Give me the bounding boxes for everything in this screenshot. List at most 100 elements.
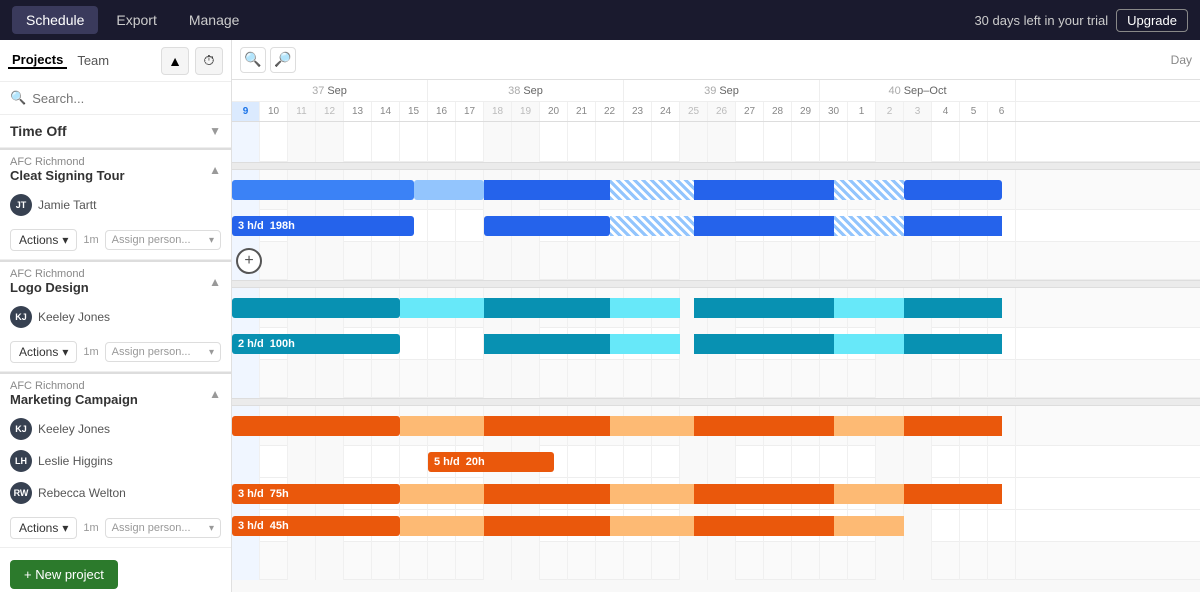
day-cell: 4 [932, 102, 960, 121]
logo-bar-3 [484, 298, 610, 318]
day-col [792, 542, 820, 580]
day-cell: 23 [624, 102, 652, 121]
actions-button-logo[interactable]: Actions ▾ [10, 341, 77, 363]
tab-team[interactable]: Team [73, 53, 113, 68]
gantt-area: 🔍🔎Day 37 Sep 38 Sep 39 Sep 40 Sep–Oct 91… [232, 40, 1200, 592]
day-col [260, 360, 288, 398]
day-col [428, 360, 456, 398]
zoom-out-btn[interactable]: 🔎 [270, 47, 296, 73]
assign-select-cleat[interactable]: Assign person... ▾ [105, 230, 221, 250]
logo-bar-5 [694, 298, 834, 318]
project-name-marketing: Marketing Campaign [10, 392, 138, 407]
person-name-rebecca: Rebecca Welton [38, 486, 126, 500]
day-col [288, 542, 316, 580]
day-cell: 14 [372, 102, 400, 121]
day-col [708, 446, 736, 478]
day-col [876, 242, 904, 280]
zoom-in-btn[interactable]: 🔍 [240, 47, 266, 73]
leslie-bar-6 [834, 484, 904, 504]
day-cell: 6 [988, 102, 1016, 121]
day-col [428, 328, 456, 360]
day-col [400, 122, 428, 162]
day-col [652, 542, 680, 580]
assign-placeholder-cleat: Assign person... [112, 234, 191, 246]
section-gap-gantt-3 [232, 398, 1200, 406]
jamie-gantt-row: 3 h/d 198h [232, 210, 1200, 242]
day-col [372, 360, 400, 398]
person-name-leslie: Leslie Higgins [38, 454, 113, 468]
day-col [484, 542, 512, 580]
project-header-logo: AFC Richmond Logo Design ▲ [0, 262, 231, 301]
avatar-initials-jamie: JT [16, 200, 27, 210]
num-badge-logo: 1m [83, 346, 98, 358]
day-col [288, 360, 316, 398]
day-cell: 28 [764, 102, 792, 121]
day-cell: 30 [820, 102, 848, 121]
project-client-marketing: AFC Richmond [10, 380, 138, 392]
nav-tab-export[interactable]: Export [102, 6, 170, 34]
upgrade-button[interactable]: Upgrade [1116, 9, 1188, 32]
leslie-bar-5 [694, 484, 834, 504]
day-bg [232, 542, 1016, 580]
day-col [764, 446, 792, 478]
tab-projects[interactable]: Projects [8, 52, 67, 69]
day-col [428, 542, 456, 580]
nav-tab-manage[interactable]: Manage [175, 6, 254, 34]
cleat-collapse-btn[interactable]: ▲ [209, 163, 221, 177]
timeoff-collapse-btn[interactable]: ▼ [209, 124, 221, 138]
actions-chevron-logo: ▾ [62, 345, 68, 359]
assign-select-marketing[interactable]: Assign person... ▾ [105, 518, 221, 538]
keeley-logo-bar-6 [904, 334, 1002, 354]
person-info-rebecca: RW Rebecca Welton [10, 482, 126, 504]
collapse-icon-btn[interactable]: ▲ [161, 47, 189, 75]
person-name-keeley-logo: Keeley Jones [38, 310, 110, 324]
trial-text: 30 days left in your trial [974, 13, 1108, 28]
add-person-btn-cleat[interactable]: + [236, 248, 262, 274]
week-cell: 37 Sep [232, 80, 428, 101]
logo-bar-1 [232, 298, 400, 318]
day-col [764, 242, 792, 280]
day-col [624, 122, 652, 162]
day-col [960, 542, 988, 580]
day-col [568, 542, 596, 580]
search-icon: 🔍 [10, 90, 26, 106]
day-col [372, 242, 400, 280]
day-col [792, 360, 820, 398]
actions-row-logo: Actions ▾ 1m Assign person... ▾ [0, 333, 231, 371]
clock-icon-btn[interactable]: ⏱ [195, 47, 223, 75]
day-col [568, 242, 596, 280]
day-cell: 11 [288, 102, 316, 121]
avatar-leslie: LH [10, 450, 32, 472]
project-info-marketing: AFC Richmond Marketing Campaign [10, 380, 138, 407]
day-cell: 19 [512, 102, 540, 121]
day-col [316, 122, 344, 162]
day-bg [232, 122, 1016, 162]
person-row-rebecca: RW Rebecca Welton [0, 477, 231, 509]
nav-tab-schedule[interactable]: Schedule [12, 6, 98, 34]
day-col [540, 360, 568, 398]
new-project-button[interactable]: + New project [10, 560, 118, 589]
project-name-cleat: Cleat Signing Tour [10, 168, 125, 183]
day-cell: 27 [736, 102, 764, 121]
day-col [316, 446, 344, 478]
project-info-logo: AFC Richmond Logo Design [10, 268, 89, 295]
day-cell: 16 [428, 102, 456, 121]
day-col [904, 510, 932, 542]
search-input[interactable] [32, 91, 221, 106]
day-col [736, 122, 764, 162]
actions-button-cleat[interactable]: Actions ▾ [10, 229, 77, 251]
day-col [400, 446, 428, 478]
mkt-bar-7 [904, 416, 1002, 436]
assign-select-logo[interactable]: Assign person... ▾ [105, 342, 221, 362]
day-cell: 10 [260, 102, 288, 121]
logo-collapse-btn[interactable]: ▲ [209, 275, 221, 289]
project-name-logo: Logo Design [10, 280, 89, 295]
actions-button-marketing[interactable]: Actions ▾ [10, 517, 77, 539]
cleat-bar-1 [232, 180, 414, 200]
marketing-collapse-btn[interactable]: ▲ [209, 387, 221, 401]
day-col [652, 242, 680, 280]
day-col [372, 122, 400, 162]
day-bg [232, 242, 1016, 280]
day-col [400, 242, 428, 280]
day-cell: 15 [400, 102, 428, 121]
